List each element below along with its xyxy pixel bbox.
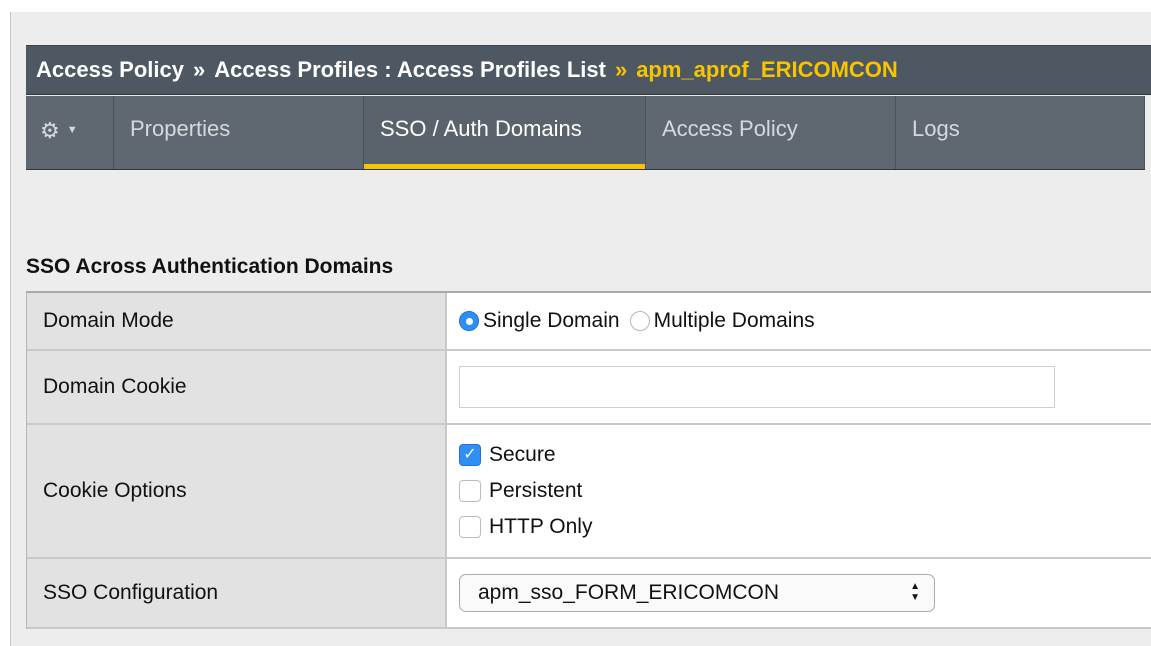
http-only-option[interactable]: HTTP Only [459, 511, 592, 543]
table-row: Domain Mode Single Domain Multiple Domai… [27, 293, 1151, 351]
tab-properties[interactable]: Properties [114, 96, 364, 169]
http-only-label: HTTP Only [489, 515, 593, 538]
persistent-option[interactable]: Persistent [459, 475, 592, 507]
section-title: SSO Across Authentication Domains [26, 255, 394, 278]
gear-icon: ⚙ [40, 118, 60, 143]
domain-cookie-label: Domain Cookie [27, 351, 447, 423]
gear-menu-button[interactable]: ⚙ ▼ [26, 96, 114, 169]
single-domain-label: Single Domain [483, 309, 620, 332]
cookie-options-value: ✓ Secure Persistent HTTP Only [447, 425, 1151, 557]
breadcrumb-access-policy[interactable]: Access Policy [36, 57, 184, 83]
tab-logs[interactable]: Logs [896, 96, 1145, 169]
table-row: Cookie Options ✓ Secure Persistent HTTP … [27, 425, 1151, 559]
caret-down-icon: ▼ [66, 124, 78, 136]
breadcrumb-separator: » [192, 57, 206, 82]
multiple-domains-option[interactable]: Multiple Domains [629, 309, 815, 333]
tab-sso-auth-domains[interactable]: SSO / Auth Domains [364, 96, 646, 169]
persistent-label: Persistent [489, 479, 583, 502]
secure-checkbox[interactable]: ✓ [459, 444, 481, 466]
sso-configuration-selected-value: apm_sso_FORM_ERICOMCON [478, 581, 780, 604]
sso-configuration-value: apm_sso_FORM_ERICOMCON ▲ ▼ [447, 559, 1151, 627]
breadcrumb-current-profile: apm_aprof_ERICOMCON [636, 57, 898, 82]
tab-access-policy[interactable]: Access Policy [646, 96, 896, 169]
persistent-checkbox[interactable] [459, 480, 481, 502]
sso-settings-table: Domain Mode Single Domain Multiple Domai… [26, 291, 1151, 629]
sso-configuration-select[interactable]: apm_sso_FORM_ERICOMCON ▲ ▼ [459, 574, 935, 612]
multiple-domains-radio[interactable] [629, 311, 650, 331]
single-domain-radio[interactable] [459, 311, 479, 331]
sso-configuration-label: SSO Configuration [27, 559, 447, 627]
single-domain-option[interactable]: Single Domain [459, 309, 620, 333]
breadcrumb: Access Policy » Access Profiles : Access… [26, 45, 1151, 95]
secure-option[interactable]: ✓ Secure [459, 439, 592, 471]
domain-cookie-value [447, 351, 1151, 423]
http-only-checkbox[interactable] [459, 516, 481, 538]
domain-mode-value: Single Domain Multiple Domains [447, 293, 1151, 349]
breadcrumb-separator: » [614, 57, 628, 82]
domain-mode-label: Domain Mode [27, 293, 447, 349]
select-arrows-icon: ▲ ▼ [910, 581, 920, 603]
tab-bar: ⚙ ▼ Properties SSO / Auth Domains Access… [26, 96, 1145, 170]
breadcrumb-access-profiles-list[interactable]: Access Profiles : Access Profiles List [214, 57, 606, 83]
table-row: Domain Cookie [27, 351, 1151, 425]
secure-label: Secure [489, 443, 556, 466]
multiple-domains-label: Multiple Domains [653, 309, 815, 332]
cookie-options-label: Cookie Options [27, 425, 447, 557]
domain-cookie-input[interactable] [459, 366, 1055, 408]
table-row: SSO Configuration apm_sso_FORM_ERICOMCON… [27, 559, 1151, 629]
